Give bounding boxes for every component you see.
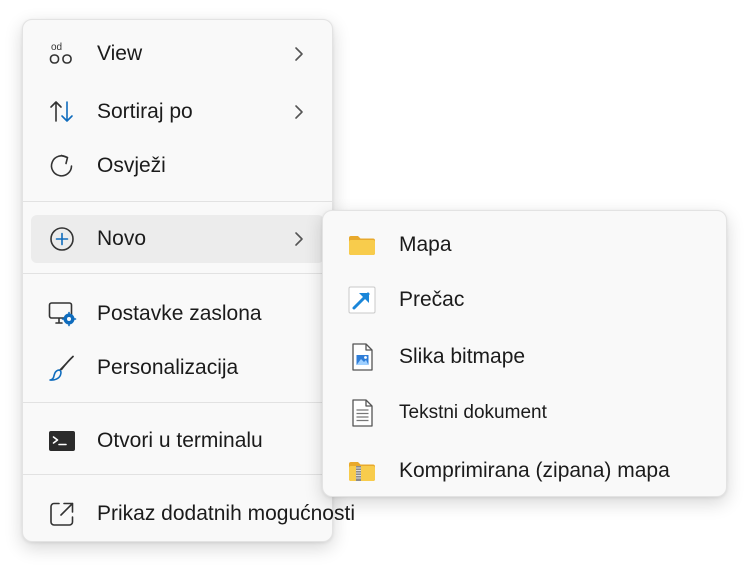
menu-separator (23, 474, 332, 475)
menu-item-label: View (97, 42, 143, 65)
submenu-item-label: Komprimirana (zipana) mapa (399, 459, 670, 482)
folder-icon (349, 236, 375, 255)
submenu-item-shortcut[interactable]: Prečac (331, 275, 720, 325)
desktop-stage: od View Sortiraj po Osvježi Novo Postavk… (0, 0, 756, 577)
shortcut-icon (348, 286, 376, 314)
new-submenu: Mapa Prečac Slika bitmape Tekstni dokume… (322, 210, 727, 497)
menu-item-label: Otvori u terminalu (97, 429, 263, 452)
menu-item-show-more-options[interactable]: Prikaz dodatnih mogućnosti (31, 490, 355, 538)
menu-item-personalize[interactable]: Personalizacija (31, 344, 324, 392)
text-document-icon (352, 399, 373, 427)
terminal-icon (49, 431, 75, 451)
menu-item-label: Osvježi (97, 154, 166, 177)
menu-item-view[interactable]: od View (31, 30, 324, 78)
menu-separator (23, 402, 332, 403)
personalize-brush-icon (49, 355, 74, 381)
menu-item-display-settings[interactable]: Postavke zaslona (31, 290, 324, 338)
submenu-item-label: Mapa (399, 233, 452, 256)
chevron-right-icon (295, 47, 303, 61)
view-icon: od (49, 42, 72, 64)
view-icon-text: od (51, 42, 62, 53)
sort-icon (50, 101, 73, 122)
menu-separator (23, 201, 332, 202)
submenu-item-label: Tekstni dokument (399, 402, 547, 423)
submenu-item-zip-folder[interactable]: Komprimirana (zipana) mapa (331, 446, 720, 496)
submenu-item-folder[interactable]: Mapa (331, 220, 720, 270)
display-settings-icon (48, 302, 77, 327)
menu-item-new[interactable]: Novo (31, 215, 324, 263)
chevron-right-icon (295, 232, 303, 246)
new-icon (50, 227, 74, 251)
submenu-item-bitmap-image[interactable]: Slika bitmape (331, 332, 720, 382)
submenu-item-text-document[interactable]: Tekstni dokument (331, 388, 720, 438)
menu-item-label: Sortiraj po (97, 100, 193, 123)
chevron-right-icon (295, 105, 303, 119)
zip-folder-icon (349, 462, 375, 481)
menu-item-refresh[interactable]: Osvježi (31, 142, 324, 190)
menu-item-open-terminal[interactable]: Otvori u terminalu (31, 417, 324, 465)
menu-item-label: Novo (97, 227, 147, 250)
refresh-icon (50, 154, 73, 177)
menu-separator (23, 273, 332, 274)
menu-item-label: Personalizacija (97, 356, 239, 379)
bitmap-image-icon (352, 343, 373, 371)
submenu-item-label: Prečac (399, 288, 465, 311)
context-menu: od View Sortiraj po Osvježi Novo Postavk… (22, 19, 355, 542)
menu-item-label: Prikaz dodatnih mogućnosti (97, 502, 355, 525)
menu-item-label: Postavke zaslona (97, 302, 262, 325)
more-options-icon (50, 502, 74, 526)
submenu-item-label: Slika bitmape (399, 345, 526, 368)
menu-item-sort-by[interactable]: Sortiraj po (31, 88, 324, 136)
